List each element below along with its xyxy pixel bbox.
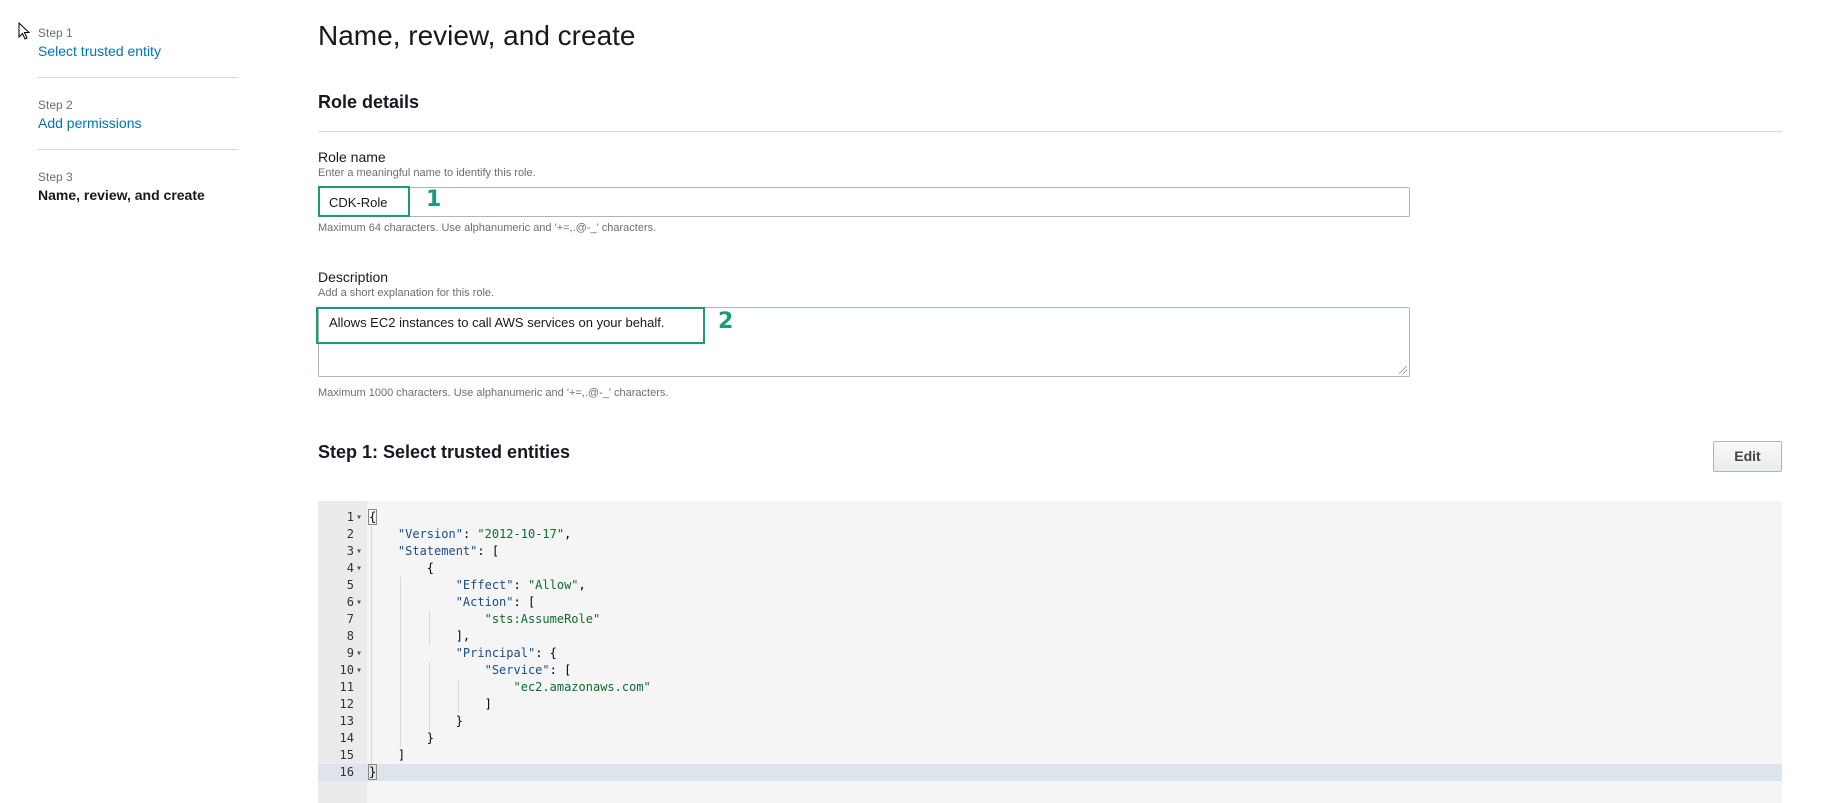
line-number: 9 [346, 646, 354, 660]
fold-arrow-icon[interactable]: ▾ [356, 645, 362, 662]
line-number: 12 [339, 697, 354, 711]
code-line: 16} [318, 764, 1782, 781]
code-text: } [367, 764, 378, 780]
code-text: } [369, 731, 435, 745]
code-line: 11 "ec2.amazonaws.com" [318, 679, 1782, 696]
trust-policy-editor[interactable]: 1 ▾{2 "Version": "2012-10-17", 3 ▾ "Stateme… [318, 501, 1782, 803]
code-text: "Principal": { [455, 646, 557, 660]
role-name-input[interactable]: CDK-Role [318, 187, 1410, 217]
wizard-step-2: Step 2 Add permissions [38, 98, 238, 150]
code-line: 5 "Effect": "Allow", [318, 577, 1782, 594]
step-number: Step 1 [38, 26, 73, 40]
code-text: ], [369, 629, 471, 643]
code-text: { [369, 561, 435, 575]
section-title-role-details: Role details [318, 92, 420, 112]
code-text: ] [369, 748, 406, 762]
code-text: "Effect": "Allow", [455, 578, 586, 592]
code-text: "ec2.amazonaws.com" [513, 680, 651, 694]
annotation-number-2: 2 [718, 309, 734, 334]
code-line: 14 } [318, 730, 1782, 747]
code-text: } [369, 714, 463, 728]
code-line: 15 ] [318, 747, 1782, 764]
line-number: 7 [346, 612, 354, 626]
step-link-select-trusted-entity[interactable]: Select trusted entity [38, 41, 238, 61]
indent-guide [371, 526, 372, 764]
code-line: 13 } [318, 713, 1782, 730]
fold-arrow-icon[interactable]: ▾ [356, 560, 362, 577]
step-current-label: Name, review, and create [38, 187, 205, 203]
code-line: 7 "sts:AssumeRole" [318, 611, 1782, 628]
code-line: 6 ▾ "Action": [ [318, 594, 1782, 611]
fold-arrow-icon[interactable]: ▾ [356, 509, 362, 526]
code-line: 2 "Version": "2012-10-17", [318, 526, 1782, 543]
line-number: 5 [346, 578, 354, 592]
role-name-label: Role name [318, 149, 386, 165]
line-number: 2 [346, 527, 354, 541]
indent-guide [428, 662, 430, 730]
description-label: Description [318, 269, 389, 285]
line-number: 13 [339, 714, 354, 728]
wizard-step-3: Step 3 Name, review, and create [38, 170, 238, 221]
annotation-highlight-1 [318, 186, 410, 217]
line-number: 10 [339, 663, 354, 677]
line-number: 3 [346, 544, 354, 558]
code-line: 1 ▾ { [318, 509, 1782, 526]
resize-handle-icon[interactable] [1399, 366, 1407, 374]
step-link-add-permissions[interactable]: Add permissions [38, 113, 238, 133]
description-constraint: Maximum 1000 characters. Use alphanumeri… [318, 387, 669, 399]
code-line: 4 ▾ { [318, 560, 1782, 577]
annotation-highlight-2 [316, 307, 705, 344]
step-number: Step 2 [38, 98, 73, 112]
code-text: "Statement": [ [397, 544, 500, 558]
description-hint: Add a short explanation for this role. [318, 287, 495, 299]
code-line: 12 ] [318, 696, 1782, 713]
code-line: 10 ▾ "Service": [ [318, 662, 1782, 679]
line-number: 1 [346, 510, 354, 524]
edit-trusted-entities-button[interactable]: Edit [1713, 441, 1782, 472]
line-number: 6 [346, 595, 354, 609]
line-number: 14 [339, 731, 354, 745]
line-number: 11 [339, 680, 354, 694]
section-divider [318, 131, 1782, 132]
wizard-steps-nav: Step 1 Select trusted entity Step 2 Add … [38, 26, 238, 241]
code-text: "Version": "2012-10-17", [397, 527, 572, 541]
page-title: Name, review, and create [318, 20, 636, 51]
step-number: Step 3 [38, 170, 73, 184]
indent-guide [428, 611, 430, 645]
indent-guide [457, 679, 459, 713]
code-line: 9 ▾ "Principal": { [318, 645, 1782, 662]
code-line: 3 ▾ "Statement": [ [318, 543, 1782, 560]
code-text: ] [369, 697, 492, 711]
annotation-number-1: 1 [426, 187, 442, 212]
code-line: 8 ], [318, 628, 1782, 645]
role-name-hint: Enter a meaningful name to identify this… [318, 167, 536, 179]
role-name-constraint: Maximum 64 characters. Use alphanumeric … [318, 222, 657, 234]
line-number: 15 [339, 748, 354, 762]
indent-guide [399, 577, 401, 747]
fold-arrow-icon[interactable]: ▾ [356, 594, 362, 611]
line-number: 8 [346, 629, 354, 643]
wizard-step-1: Step 1 Select trusted entity [38, 26, 238, 78]
line-number: 16 [339, 765, 354, 779]
code-text: "sts:AssumeRole" [484, 612, 601, 626]
fold-arrow-icon[interactable]: ▾ [356, 543, 362, 560]
line-number: 4 [346, 561, 354, 575]
mouse-cursor-icon [18, 22, 30, 40]
code-text: "Action": [ [455, 595, 536, 609]
trusted-entities-title: Step 1: Select trusted entities [318, 442, 571, 462]
code-text: { [367, 509, 378, 525]
fold-arrow-icon[interactable]: ▾ [356, 662, 362, 679]
